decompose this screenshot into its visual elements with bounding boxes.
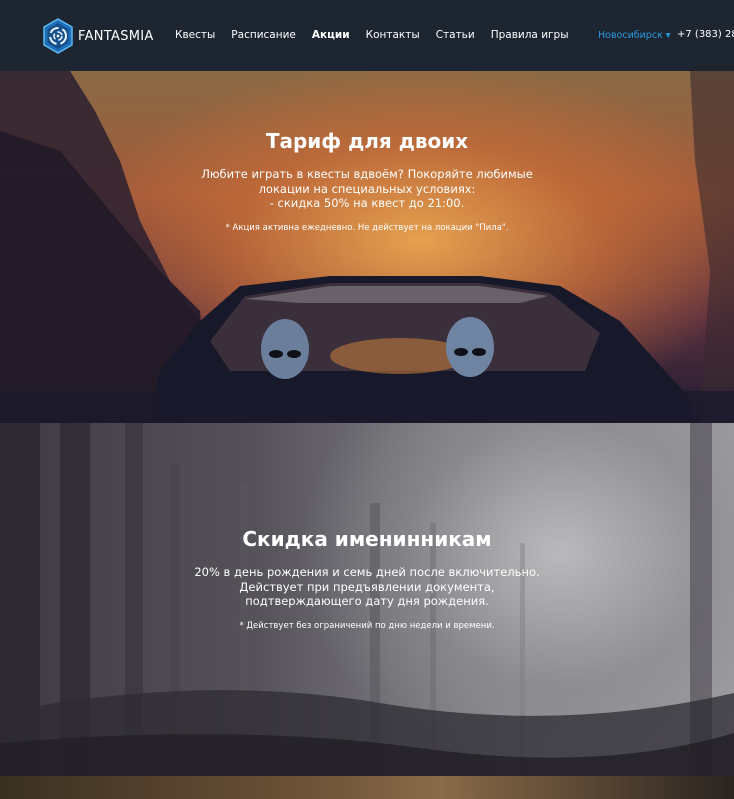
- city-selector[interactable]: Новосибирск ▾: [598, 30, 671, 41]
- phone-number[interactable]: +7 (383) 284: [677, 29, 734, 40]
- nav-item-promotions[interactable]: Акции: [312, 29, 350, 41]
- promo-line: Действует при предъявлении документа,: [239, 579, 495, 594]
- nav-item-contacts[interactable]: Контакты: [366, 29, 420, 41]
- site-header: FANTASMIA Квесты Расписание Акции Контак…: [0, 0, 734, 71]
- nav-item-schedule[interactable]: Расписание: [231, 29, 296, 41]
- promo-line: Любите играть в квесты вдвоём? Покоряйте…: [201, 167, 533, 181]
- promo-line: подтверждающего дату дня рождения.: [245, 594, 489, 608]
- main-nav: Квесты Расписание Акции Контакты Статьи …: [175, 29, 585, 41]
- promo-title: Скидка именинникам: [242, 527, 492, 551]
- promo-next-section: [0, 776, 734, 799]
- promo-birthday-discount: Скидка именинникам 20% в день рождения и…: [0, 423, 734, 776]
- promo-footnote: * Действует без ограничений по дню недел…: [239, 620, 495, 631]
- promo-description: 20% в день рождения и семь дней после вк…: [177, 565, 557, 609]
- car-aliens-background-image: [0, 71, 734, 423]
- promo-line: - скидка 50% на квест до 21:00.: [269, 196, 465, 210]
- promo-birthday-text: Скидка именинникам 20% в день рождения и…: [0, 527, 734, 631]
- promo-line: локации на специальных условиях:: [258, 181, 476, 196]
- promo-description: Любите играть в квесты вдвоём? Покоряйте…: [187, 167, 547, 211]
- logo[interactable]: FANTASMIA: [42, 18, 154, 54]
- nav-item-game-rules[interactable]: Правила игры: [491, 29, 569, 41]
- promo-line: 20% в день рождения и семь дней после вк…: [194, 565, 540, 579]
- brand-name: FANTASMIA: [78, 28, 154, 44]
- spiral-logo-icon: [43, 18, 73, 54]
- promo-footnote: * Акция активна ежедневно. Не действует …: [225, 222, 509, 233]
- nav-item-quests[interactable]: Квесты: [175, 29, 215, 41]
- promo-couple-text: Тариф для двоих Любите играть в квесты в…: [0, 129, 734, 233]
- nav-item-articles[interactable]: Статьи: [436, 29, 475, 41]
- promo-title: Тариф для двоих: [265, 129, 469, 153]
- promo-couple-tariff: Тариф для двоих Любите играть в квесты в…: [0, 71, 734, 423]
